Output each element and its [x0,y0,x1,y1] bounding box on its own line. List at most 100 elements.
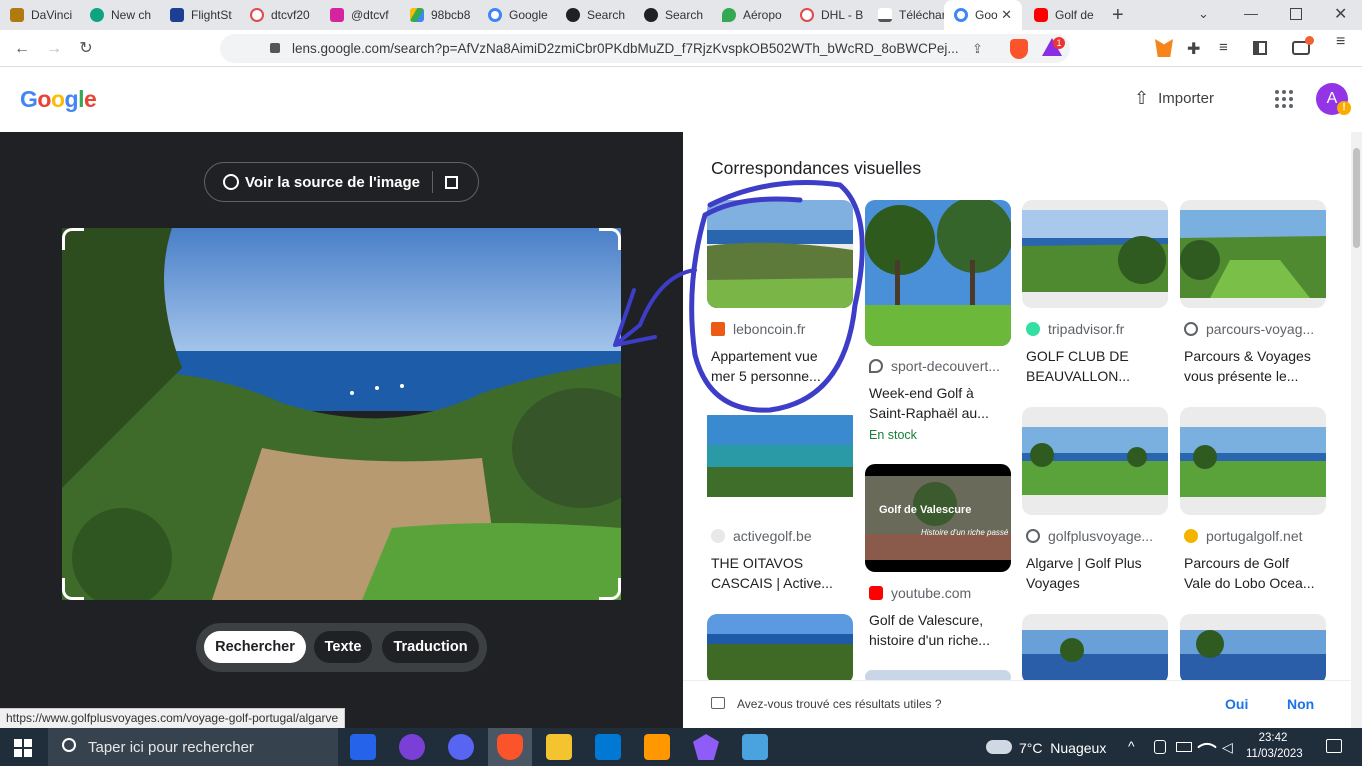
windows-start-icon[interactable] [14,739,32,757]
browser-tab[interactable]: Search [634,0,710,30]
back-icon[interactable]: ← [11,38,33,60]
tab-text-mode[interactable]: Texte [314,631,372,663]
globe-icon [1184,322,1198,336]
minimize-icon[interactable]: — [1244,5,1258,21]
result-thumbnail [1022,407,1168,515]
tab-search-mode[interactable]: Rechercher [204,631,306,663]
browser-tab[interactable]: Golf de [1024,0,1104,30]
leboncoin-icon [711,322,725,336]
extensions-icon[interactable]: ✚ [1187,39,1200,59]
lens-image-panel: Voir la source de l'image Rechercher Tex… [0,132,683,728]
feedback-question: Avez-vous trouvé ces résultats utiles ? [737,697,942,711]
chevron-up-icon[interactable]: ^ [1128,738,1135,754]
visual-matches-panel: Correspondances visuelles leboncoin.fr A… [683,132,1351,728]
result-thumbnail [707,200,853,308]
result-thumbnail: Golf de Valescure Histoire d'un riche pa… [865,464,1011,572]
result-thumbnail [1022,614,1168,684]
browser-tab[interactable]: @dtcvf [320,0,398,30]
browser-tab[interactable]: DHL - B [790,0,866,30]
discord-icon[interactable] [448,734,474,760]
location-pin-icon [869,359,883,373]
link-status-bar: https://www.golfplusvoyages.com/voyage-g… [0,708,346,728]
upload-button[interactable]: ⇧ Importer [1134,88,1214,109]
metamask-icon[interactable] [1155,39,1173,57]
obsidian-icon[interactable] [693,734,719,760]
clock-date[interactable]: 11/03/2023 [1246,748,1303,760]
reload-icon[interactable]: ↻ [75,38,97,60]
browser-tab[interactable]: New ch [80,0,158,30]
volume-icon[interactable]: ◁ [1222,739,1233,756]
browser-tab[interactable]: FlightSt [160,0,238,30]
result-thumbnail [1180,614,1326,684]
clock-time[interactable]: 23:42 [1250,732,1296,744]
notification-center-icon[interactable] [1326,739,1342,753]
feedback-yes-button[interactable]: Oui [1225,696,1248,712]
result-thumbnail [1180,407,1326,515]
open-external-icon [445,175,459,189]
lens-mode-selector: Rechercher Texte Traduction [196,623,487,672]
vscode-icon[interactable] [595,734,621,760]
app-bitwarden-icon[interactable] [350,734,376,760]
sidebar-icon[interactable] [1253,41,1267,55]
view-image-source-button[interactable]: Voir la source de l'image [204,162,479,202]
feedback-icon [711,697,725,709]
taskbar-search[interactable]: Taper ici pour rechercher [48,728,338,766]
query-image[interactable] [62,228,621,600]
shield-icon [250,8,264,22]
video-overlay-title: Golf de Valescure [879,504,972,516]
download-icon [878,8,892,22]
tab-translate-mode[interactable]: Traduction [382,631,479,663]
maximize-icon[interactable] [1290,8,1302,20]
app-podcast-icon[interactable] [399,734,425,760]
battery-icon[interactable] [1176,742,1192,752]
scrollbar-thumb[interactable] [1353,148,1360,248]
browser-tab-active[interactable]: Goo ✕ [944,0,1022,30]
activegolf-icon [711,529,725,543]
page-header: Google ⇧ Importer A ! [0,67,1362,132]
tab-search-chevron-icon[interactable]: ⌄ [1198,6,1209,22]
browser-tab[interactable]: dtcvf20 [240,0,318,30]
result-thumbnail [1022,200,1168,308]
video-overlay-subtitle: Histoire d'un riche passé [921,528,1009,537]
result-thumbnail [865,200,1011,346]
wifi-icon[interactable] [1197,737,1217,757]
youtube-icon [869,586,883,600]
result-thumbnail [707,614,853,684]
notification-dot [1305,36,1314,45]
feedback-no-button[interactable]: Non [1287,696,1314,712]
forward-icon[interactable]: → [43,38,65,60]
device-icon[interactable] [1154,740,1166,754]
tripadvisor-icon [1026,322,1040,336]
brave-shields-icon[interactable] [1010,39,1028,59]
scrollbar[interactable] [1351,132,1362,728]
windows-taskbar: Taper ici pour rechercher 7°C Nuageux ^ … [0,728,1362,766]
lens-search-icon [223,174,239,190]
close-tab-icon[interactable]: ✕ [1001,7,1012,23]
brave-browser-icon[interactable] [497,734,523,760]
browser-tab[interactable]: Google [478,0,554,30]
cloud-weather-icon[interactable] [986,740,1012,754]
davinci-icon [10,8,24,22]
google-logo[interactable]: Google [20,86,97,113]
browser-tab[interactable]: Search [556,0,632,30]
browser-tab[interactable]: Téléchar [868,0,944,30]
menu-icon[interactable]: ≡ [1336,34,1345,50]
photos-icon[interactable] [742,734,768,760]
playlist-icon[interactable]: ≡ [1219,39,1228,56]
flightstats-icon [170,8,184,22]
youtube-icon [1034,8,1048,22]
browser-tab[interactable]: DaVinci [0,0,78,30]
address-bar-row: ← → ↻ lens.google.com/search?p=AfVzNa8Ai… [0,30,1362,67]
sublime-text-icon[interactable] [644,734,670,760]
result-thumbnail [1180,200,1326,308]
browser-tab[interactable]: 98bcb8 [400,0,476,30]
browser-tab[interactable]: Aéropo [712,0,788,30]
weather-text[interactable]: 7°C Nuageux [1019,740,1106,756]
close-window-icon[interactable]: ✕ [1334,4,1347,24]
share-icon[interactable]: ⇪ [972,41,983,57]
url-field[interactable]: lens.google.com/search?p=AfVzNa8AimiD2zm… [220,34,1070,63]
search-icon [62,738,76,752]
apps-grid-icon[interactable] [1274,89,1294,109]
new-tab-button[interactable]: + [1112,4,1124,27]
file-explorer-icon[interactable] [546,734,572,760]
